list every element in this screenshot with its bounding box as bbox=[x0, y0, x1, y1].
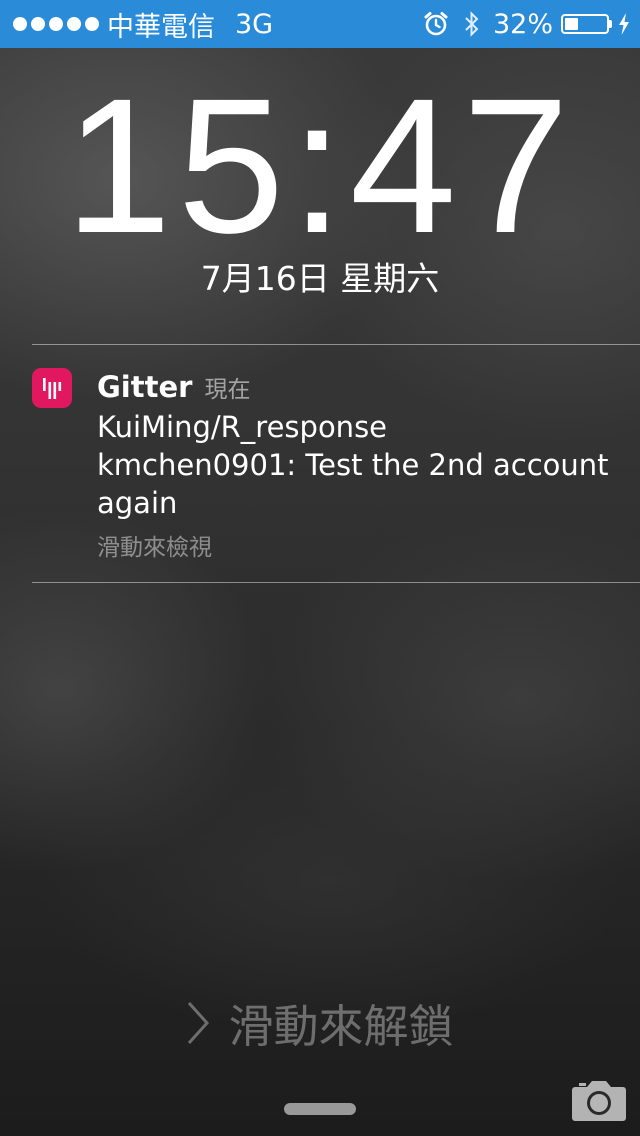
battery-tip bbox=[609, 20, 612, 28]
slide-to-unlock[interactable]: 滑動來解鎖 bbox=[0, 990, 640, 1055]
signal-dot bbox=[49, 17, 63, 31]
notification-header: Gitter 現在 bbox=[97, 370, 250, 404]
lock-clock: 15:47 bbox=[64, 58, 576, 273]
camera-icon[interactable] bbox=[571, 1078, 627, 1122]
notification-title: KuiMing/R_response bbox=[97, 410, 388, 444]
battery-icon bbox=[561, 14, 609, 34]
chevron-right-icon bbox=[186, 1001, 210, 1045]
notification-message: kmchen0901: Test the 2nd account again bbox=[97, 448, 609, 520]
notification-divider-bottom bbox=[32, 582, 640, 583]
signal-dot bbox=[31, 17, 45, 31]
alarm-icon bbox=[423, 11, 449, 37]
notification-time: 現在 bbox=[204, 377, 251, 403]
bolt-icon bbox=[618, 13, 630, 35]
notification-divider-top bbox=[32, 344, 640, 345]
signal-dot bbox=[67, 17, 81, 31]
gitter-icon bbox=[32, 368, 72, 408]
signal-strength bbox=[13, 17, 99, 31]
notification-action-hint: 滑動來檢視 bbox=[97, 535, 212, 561]
signal-dot bbox=[85, 17, 99, 31]
carrier-name: 中華電信 bbox=[107, 11, 215, 43]
status-bar: 中華電信 3G 32% bbox=[0, 0, 640, 48]
bluetooth-icon bbox=[463, 10, 481, 38]
status-right: 32% bbox=[423, 0, 630, 48]
notification-app-name: Gitter bbox=[97, 370, 193, 404]
lock-date: 7月16日 星期六 bbox=[200, 259, 440, 298]
notification-card[interactable]: KuiMing/R_response kmchen0901: Test the … bbox=[97, 408, 617, 522]
signal-dot bbox=[13, 17, 27, 31]
network-type: 3G bbox=[235, 8, 274, 40]
battery-fill bbox=[565, 18, 578, 30]
page-indicator bbox=[284, 1103, 356, 1115]
battery-percent: 32% bbox=[492, 8, 553, 40]
unlock-label: 滑動來解鎖 bbox=[228, 1000, 454, 1053]
